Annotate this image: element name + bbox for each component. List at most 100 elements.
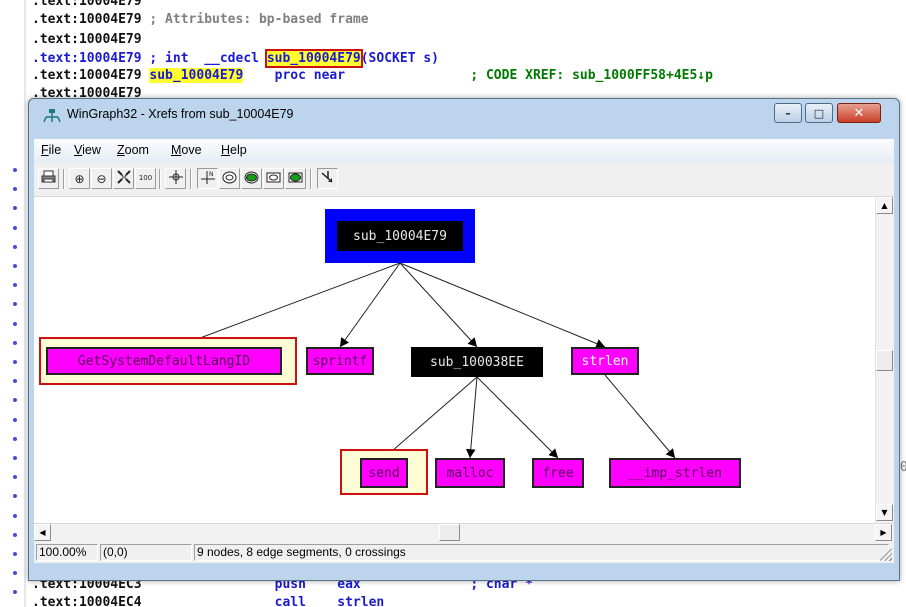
zoom-out-icon: ⊖ [96, 171, 107, 186]
close-icon: ✕ [853, 105, 865, 121]
ida-prototype-line: .text:10004E79 ; int __cdecl sub_10004E7… [32, 49, 440, 68]
scroll-down-button[interactable]: ▼ [876, 504, 893, 521]
toolbar-separator [190, 169, 192, 189]
gutter-dot [13, 533, 17, 537]
wingraph-window: WinGraph32 - Xrefs from sub_10004E79 – □… [28, 98, 900, 581]
gutter-dot [13, 437, 17, 441]
fish-eye-flat-button[interactable] [263, 168, 284, 189]
gutter-dot [13, 552, 17, 556]
toolbar-separator [159, 169, 161, 189]
status-zoom: 100.00% [36, 544, 98, 561]
vertical-scroll-thumb[interactable] [876, 350, 893, 371]
ida-line: .text:10004E79 [32, 32, 142, 47]
graph-node-send[interactable]: send [360, 458, 408, 488]
fish-eye-flat-icon [266, 171, 281, 187]
wingraph-icon [43, 109, 61, 123]
svg-text:M: M [121, 175, 126, 182]
edge-arrowhead [465, 448, 476, 458]
zoom-out-button[interactable]: ⊖ [91, 168, 112, 189]
graph-node-root[interactable]: sub_10004E79 [337, 221, 463, 251]
fish-eye-button[interactable] [219, 168, 240, 189]
ida-right-edge-text: 0 [900, 460, 906, 475]
fish-eye-flat-green-icon [288, 171, 303, 187]
gutter-dot [13, 264, 17, 268]
zoom-100-icon: 100 [138, 174, 153, 182]
horizontal-scroll-thumb[interactable] [439, 524, 460, 541]
function-name-highlight[interactable]: sub_10004E79 [264, 49, 363, 68]
gutter-dot [13, 206, 17, 210]
menu-move[interactable]: Move [171, 143, 202, 157]
function-label[interactable]: sub_10004E79 [149, 68, 244, 83]
code-xref[interactable]: ; CODE XREF: sub_1000FF58+4E5↓p [470, 68, 713, 83]
status-info: 9 nodes, 8 edge segments, 0 crossings [194, 544, 889, 561]
arrow-up-icon: ▲ [881, 201, 888, 210]
gutter-dot [13, 360, 17, 364]
graph-node-gsdl[interactable]: GetSystemDefaultLangID [46, 347, 282, 375]
center-icon [168, 170, 183, 187]
graph-node-strlen[interactable]: strlen [571, 347, 639, 375]
gutter-dot [13, 571, 17, 575]
toolbar-separator [310, 169, 312, 189]
edge-arrowhead [665, 448, 675, 458]
ida-line: .text:10004EC4 call strlen [32, 595, 385, 607]
menu-file[interactable]: File [41, 143, 61, 157]
graph-node-sub38[interactable]: sub_100038EE [411, 347, 543, 377]
maximize-icon: □ [813, 106, 825, 120]
graph-canvas[interactable]: sub_10004E79 GetSystemDefaultLangID sprint… [34, 197, 875, 523]
north-button[interactable]: N [197, 168, 218, 189]
graph-node-imp-strlen[interactable]: __imp_strlen [609, 458, 741, 488]
gutter-dot [13, 245, 17, 249]
gutter-dot [13, 418, 17, 422]
graph-node-free[interactable]: free [532, 458, 584, 488]
menu-view[interactable]: View [74, 143, 101, 157]
north-icon: N [200, 170, 215, 187]
fit-window-button[interactable]: M [113, 168, 134, 189]
follow-edge-button[interactable] [317, 168, 338, 189]
menu-zoom[interactable]: Zoom [117, 143, 149, 157]
menu-help[interactable]: Help [221, 143, 247, 157]
graph-edge [476, 376, 559, 459]
ida-line: .text:10004E79 ; Attributes: bp-based fr… [32, 12, 369, 27]
print-button[interactable] [38, 168, 59, 189]
maximize-button[interactable]: □ [805, 103, 833, 123]
graph-edge [469, 376, 478, 459]
menu-bar: File View Zoom Move Help [34, 139, 894, 163]
arrow-left-icon: ◀ [39, 528, 46, 537]
zoom-in-button[interactable]: ⊕ [69, 168, 90, 189]
fish-eye-flat-green-button[interactable] [285, 168, 306, 189]
svg-text:N: N [209, 171, 214, 178]
scroll-up-button[interactable]: ▲ [876, 197, 893, 214]
scroll-right-button[interactable]: ▶ [875, 524, 892, 541]
graph-edge [604, 374, 676, 459]
graph-node-malloc[interactable]: malloc [435, 458, 505, 488]
gutter-dot [13, 341, 17, 345]
root-node-frame[interactable]: sub_10004E79 [325, 209, 475, 263]
resize-grip[interactable] [880, 549, 892, 561]
gutter-dot [13, 456, 17, 460]
ida-proc-line: .text:10004E79 sub_10004E79 proc near ; … [32, 68, 713, 83]
print-icon [41, 170, 56, 187]
close-button[interactable]: ✕ [837, 103, 881, 123]
graph-edge [383, 376, 478, 459]
follow-edge-icon [320, 170, 335, 187]
graph-edge [399, 262, 606, 348]
fit-window-icon: M [116, 170, 131, 187]
title-bar[interactable]: WinGraph32 - Xrefs from sub_10004E79 – □… [29, 99, 899, 139]
edge-arrowhead [340, 337, 350, 347]
horizontal-scrollbar[interactable]: ◀ ▶ [34, 523, 894, 542]
fish-eye-green-button[interactable] [241, 168, 262, 189]
vertical-scrollbar[interactable]: ▲ ▼ [875, 197, 894, 523]
gutter-dot [13, 398, 17, 402]
scroll-left-button[interactable]: ◀ [34, 524, 51, 541]
graph-node-sprintf[interactable]: sprintf [306, 347, 374, 375]
status-coords: (0,0) [100, 544, 192, 561]
ida-gutter [0, 0, 26, 607]
minimize-button[interactable]: – [774, 103, 802, 123]
center-button[interactable] [165, 168, 186, 189]
zoom-100-button[interactable]: 100 [135, 168, 156, 189]
minimize-icon: – [785, 106, 791, 120]
gutter-dot [13, 322, 17, 326]
gutter-dot [13, 187, 17, 191]
toolbar-separator [63, 169, 65, 189]
arrow-right-icon: ▶ [880, 528, 887, 537]
